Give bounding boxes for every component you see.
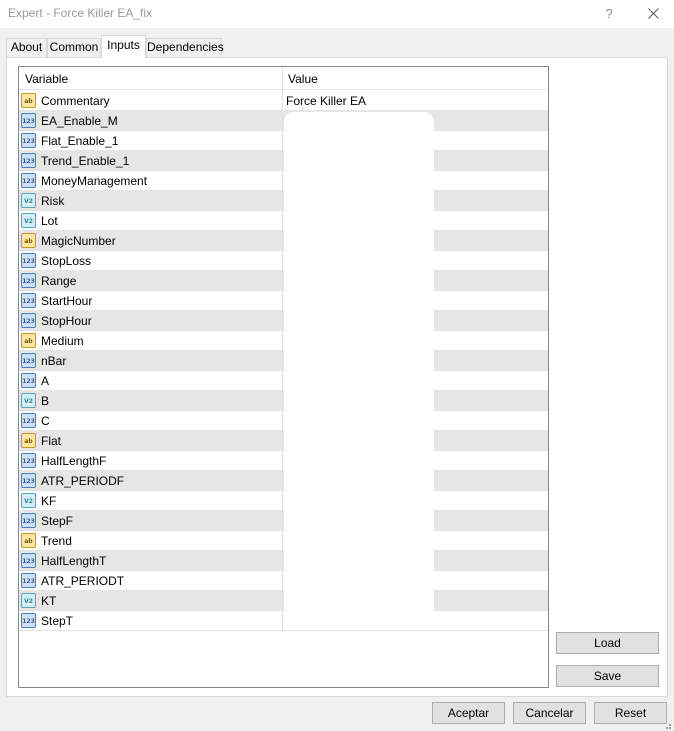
- variable-name: Trend: [41, 534, 72, 548]
- integer-type-icon: 123: [21, 413, 36, 428]
- string-type-icon: ab: [21, 93, 36, 108]
- integer-type-icon: 123: [21, 153, 36, 168]
- tab-inputs[interactable]: Inputs: [101, 35, 146, 58]
- tab-common[interactable]: Common: [47, 38, 101, 57]
- value-column-header[interactable]: Value: [288, 72, 318, 86]
- close-button[interactable]: [640, 2, 668, 26]
- integer-type-icon: 123: [21, 473, 36, 488]
- integer-type-icon: 123: [21, 613, 36, 628]
- table-row[interactable]: ab Commentary Force Killer EA: [19, 91, 548, 111]
- double-type-icon: V2: [21, 493, 36, 508]
- integer-type-icon: 123: [21, 553, 36, 568]
- integer-type-icon: 123: [21, 513, 36, 528]
- variable-name: Lot: [41, 214, 58, 228]
- variable-name: StepT: [41, 614, 74, 628]
- double-type-icon: V2: [21, 393, 36, 408]
- integer-type-icon: 123: [21, 373, 36, 388]
- variable-name: StopLoss: [41, 254, 92, 268]
- table-row[interactable]: 123 StepT: [19, 611, 548, 631]
- tab-about[interactable]: About: [6, 38, 47, 57]
- integer-type-icon: 123: [21, 273, 36, 288]
- string-type-icon: ab: [21, 433, 36, 448]
- double-type-icon: V2: [21, 193, 36, 208]
- variable-name: KT: [41, 594, 57, 608]
- resize-grip-icon[interactable]: [662, 720, 672, 730]
- blank-area: [284, 112, 434, 612]
- tab-dependencies[interactable]: Dependencies: [146, 38, 224, 57]
- variable-name: HalfLengthF: [41, 454, 107, 468]
- string-type-icon: ab: [21, 233, 36, 248]
- variable-name: MagicNumber: [41, 234, 116, 248]
- integer-type-icon: 123: [21, 573, 36, 588]
- integer-type-icon: 123: [21, 453, 36, 468]
- load-button[interactable]: Load: [556, 632, 659, 654]
- variable-name: Medium: [41, 334, 84, 348]
- ok-button[interactable]: Aceptar: [432, 702, 505, 724]
- string-type-icon: ab: [21, 333, 36, 348]
- variable-name: Commentary: [41, 94, 110, 108]
- help-button[interactable]: ?: [598, 4, 620, 24]
- variable-name: ATR_PERIODF: [41, 474, 125, 488]
- inputs-panel: Variable Value ab Commentary Force Killer …: [6, 57, 668, 697]
- title-bar: Expert - Force Killer EA_fix ?: [0, 0, 674, 28]
- variable-name: Range: [41, 274, 77, 288]
- integer-type-icon: 123: [21, 173, 36, 188]
- variable-name: A: [41, 374, 50, 388]
- variable-name: Trend_Enable_1: [41, 154, 130, 168]
- integer-type-icon: 123: [21, 113, 36, 128]
- window-title: Expert - Force Killer EA_fix: [8, 6, 153, 20]
- inputs-grid[interactable]: Variable Value ab Commentary Force Killer …: [18, 66, 549, 688]
- column-divider[interactable]: [282, 67, 283, 630]
- variable-name: MoneyManagement: [41, 174, 148, 188]
- variable-column-header[interactable]: Variable: [25, 72, 68, 86]
- integer-type-icon: 123: [21, 293, 36, 308]
- reset-button[interactable]: Reset: [594, 702, 667, 724]
- save-button[interactable]: Save: [556, 665, 659, 687]
- variable-name: HalfLengthT: [41, 554, 107, 568]
- close-icon: [648, 8, 659, 19]
- integer-type-icon: 123: [21, 133, 36, 148]
- variable-name: C: [41, 414, 50, 428]
- variable-name: B: [41, 394, 50, 408]
- variable-name: ATR_PERIODT: [41, 574, 125, 588]
- variable-name: EA_Enable_M: [41, 114, 118, 128]
- string-type-icon: ab: [21, 533, 36, 548]
- variable-name: KF: [41, 494, 57, 508]
- variable-name: StepF: [41, 514, 74, 528]
- variable-name: StartHour: [41, 294, 93, 308]
- cancel-button[interactable]: Cancelar: [513, 702, 586, 724]
- grid-header: Variable Value: [19, 67, 548, 90]
- variable-value[interactable]: Force Killer EA: [286, 94, 366, 108]
- variable-name: Flat_Enable_1: [41, 134, 119, 148]
- integer-type-icon: 123: [21, 313, 36, 328]
- variable-name: StopHour: [41, 314, 92, 328]
- double-type-icon: V2: [21, 213, 36, 228]
- double-type-icon: V2: [21, 593, 36, 608]
- variable-name: Flat: [41, 434, 62, 448]
- variable-name: nBar: [41, 354, 67, 368]
- integer-type-icon: 123: [21, 353, 36, 368]
- integer-type-icon: 123: [21, 253, 36, 268]
- variable-name: Risk: [41, 194, 65, 208]
